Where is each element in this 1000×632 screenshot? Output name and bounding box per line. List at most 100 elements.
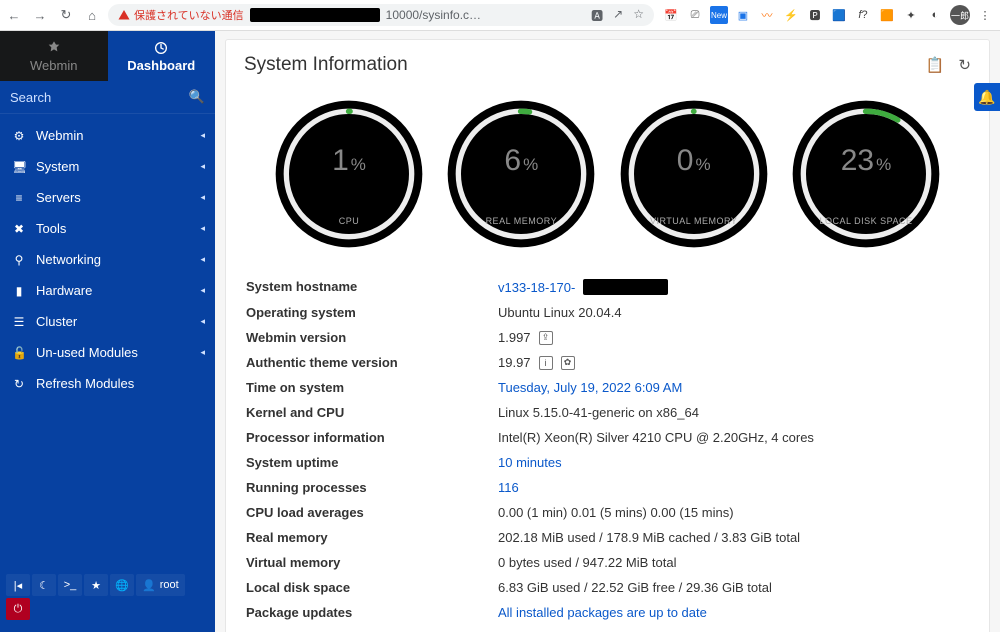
info-icon[interactable]: i	[539, 356, 553, 370]
rmem-value: 202.18 MiB used / 178.9 MiB cached / 3.8…	[498, 530, 800, 545]
dashboard-icon	[153, 40, 169, 56]
system-info-panel: System Information 📋 ↻ 1% CPU	[225, 39, 990, 632]
nav-refresh[interactable]: ↻Refresh Modules	[0, 368, 215, 399]
vmem-value: 0 bytes used / 947.22 MiB total	[498, 555, 677, 570]
os-value: Ubuntu Linux 20.04.4	[498, 305, 622, 320]
terminal-button[interactable]: >_	[58, 574, 82, 596]
ext-icon[interactable]: ▣	[734, 6, 752, 24]
chevron-left-icon: ◂	[200, 161, 205, 172]
load-value: 0.00 (1 min) 0.01 (5 mins) 0.00 (15 mins…	[498, 505, 734, 520]
gauge-cpu[interactable]: 1% CPU	[264, 94, 434, 254]
star-icon[interactable]: ☆	[633, 7, 644, 24]
uptime-value[interactable]: 10 minutes	[498, 455, 562, 470]
webmin-icon	[46, 40, 62, 56]
page-title: System Information	[244, 54, 408, 76]
url-text: 10000/sysinfo.c…	[386, 8, 481, 22]
reload-button[interactable]: ↻	[58, 7, 74, 23]
extensions-icon[interactable]: ✦	[902, 6, 920, 24]
browser-chrome: ← → ↻ ⌂ 保護されていない通信 10000/sysinfo.c… 🅰 ↗ …	[0, 0, 1000, 31]
share-icon[interactable]: ↗	[613, 7, 623, 24]
chevron-left-icon: ◂	[200, 254, 205, 265]
logout-button[interactable]: ⏻	[6, 598, 30, 620]
ext-icon[interactable]: ⎚	[686, 6, 704, 24]
translate-icon[interactable]: 🅰	[591, 7, 603, 24]
ext-icon[interactable]: f?	[854, 6, 872, 24]
favorites-button[interactable]: ★	[84, 574, 108, 596]
ext-icon[interactable]: 🟦	[830, 6, 848, 24]
collapse-button[interactable]: |◂	[6, 574, 30, 596]
refresh-icon: ↻	[12, 377, 26, 391]
tab-dashboard[interactable]: Dashboard	[108, 31, 216, 81]
gauge-virtual-memory[interactable]: 0% VIRTUAL MEMORY	[609, 94, 779, 254]
tools-icon: ✖	[12, 222, 26, 236]
search-icon[interactable]: 🔍	[189, 89, 205, 105]
tab-webmin[interactable]: Webmin	[0, 31, 108, 81]
user-icon: 👤	[142, 579, 156, 592]
nav-servers[interactable]: ≡Servers◂	[0, 182, 215, 213]
notifications-tab[interactable]: 🔔	[974, 83, 1000, 111]
language-button[interactable]: 🌐	[110, 574, 134, 596]
gauges-row: 1% CPU 6% REAL MEMORY 0% VIRTUAL M	[244, 94, 971, 264]
kernel-value: Linux 5.15.0-41-generic on x86_64	[498, 405, 699, 420]
menu-icon[interactable]: ⋮	[976, 6, 994, 24]
layers-icon: ☰	[12, 315, 26, 329]
disk-value: 6.83 GiB used / 22.52 GiB free / 29.36 G…	[498, 580, 772, 595]
gauge-disk[interactable]: 23% LOCAL DISK SPACE	[781, 94, 951, 254]
chevron-left-icon: ◂	[200, 192, 205, 203]
ext-icon[interactable]: 〰	[758, 6, 776, 24]
extension-icons: 📅 ⎚ New ▣ 〰 ⚡ 🅿 🟦 f? 🟧 ✦ ◐ 一郎 ⋮	[662, 5, 994, 25]
webmin-version-value: 1.997⇪	[498, 330, 553, 345]
chevron-left-icon: ◂	[200, 223, 205, 234]
chevron-left-icon: ◂	[200, 130, 205, 141]
nav-unused[interactable]: 🔓Un-used Modules◂	[0, 337, 215, 368]
bottom-bar: |◂ ☾ >_ ★ 🌐 👤root ⏻	[0, 566, 215, 632]
back-button[interactable]: ←	[6, 8, 22, 23]
ext-icon[interactable]: ⚡	[782, 6, 800, 24]
chevron-left-icon: ◂	[200, 285, 205, 296]
nav-hardware[interactable]: ▮Hardware◂	[0, 275, 215, 306]
hardware-icon: ▮	[12, 284, 26, 298]
night-mode-button[interactable]: ☾	[32, 574, 56, 596]
url-redacted	[250, 8, 380, 22]
pkg-value[interactable]: All installed packages are up to date	[498, 605, 707, 620]
security-warning-icon: 保護されていない通信	[118, 7, 244, 23]
ext-icon[interactable]: 📅	[662, 6, 680, 24]
time-value[interactable]: Tuesday, July 19, 2022 6:09 AM	[498, 380, 682, 395]
hostname-redacted	[583, 279, 668, 295]
info-table: System hostnamev133-18-170- Operating sy…	[244, 274, 971, 625]
ext-icon[interactable]: 🟧	[878, 6, 896, 24]
chevron-left-icon: ◂	[200, 316, 205, 327]
home-button[interactable]: ⌂	[84, 8, 100, 23]
menu-icon: ≡	[12, 191, 26, 205]
search-input[interactable]	[10, 90, 189, 105]
reload-panel-icon[interactable]: ↻	[958, 56, 971, 74]
nav-networking[interactable]: ⚲Networking◂	[0, 244, 215, 275]
theme-version-value: 19.97i✿	[498, 355, 575, 370]
procs-value[interactable]: 116	[498, 480, 519, 495]
monitor-icon: 🖥	[12, 160, 26, 174]
ext-icon[interactable]: ◐	[926, 6, 944, 24]
network-icon: ⚲	[12, 253, 26, 267]
profile-avatar[interactable]: 一郎	[950, 5, 970, 25]
content-scroll[interactable]: 🔔 System Information 📋 ↻ 1% CPU	[215, 31, 1000, 632]
cpu-value: Intel(R) Xeon(R) Silver 4210 CPU @ 2.20G…	[498, 430, 814, 445]
settings-icon[interactable]: ✿	[561, 356, 575, 370]
nav-system[interactable]: 🖥System◂	[0, 151, 215, 182]
gear-icon: ⚙	[12, 129, 26, 143]
ext-icon[interactable]: 🅿	[806, 6, 824, 24]
clipboard-icon[interactable]: 📋	[926, 56, 945, 74]
url-bar[interactable]: 保護されていない通信 10000/sysinfo.c… 🅰 ↗ ☆	[108, 4, 654, 26]
update-icon[interactable]: ⇪	[539, 331, 553, 345]
unlock-icon: 🔓	[12, 346, 26, 360]
nav-webmin[interactable]: ⚙Webmin◂	[0, 120, 215, 151]
nav-menu: ⚙Webmin◂ 🖥System◂ ≡Servers◂ ✖Tools◂ ⚲Net…	[0, 114, 215, 399]
chevron-left-icon: ◂	[200, 347, 205, 358]
user-button[interactable]: 👤root	[136, 574, 185, 596]
hostname-value[interactable]: v133-18-170-	[498, 279, 668, 295]
ext-icon-new[interactable]: New	[710, 6, 728, 24]
nav-tools[interactable]: ✖Tools◂	[0, 213, 215, 244]
sidebar: Webmin Dashboard 🔍 ⚙Webmin◂ 🖥System◂ ≡Se…	[0, 31, 215, 632]
forward-button[interactable]: →	[32, 8, 48, 23]
gauge-real-memory[interactable]: 6% REAL MEMORY	[436, 94, 606, 254]
nav-cluster[interactable]: ☰Cluster◂	[0, 306, 215, 337]
